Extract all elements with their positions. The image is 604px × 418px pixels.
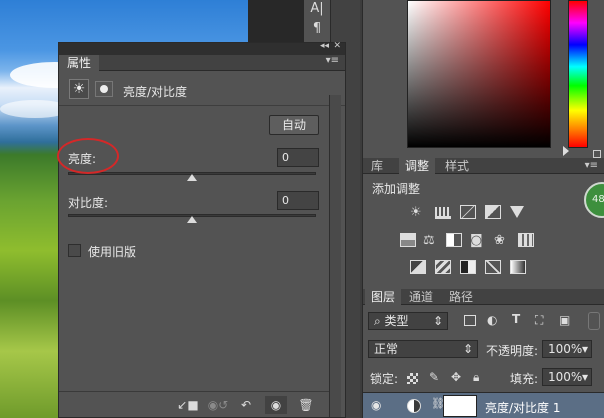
properties-tabbar: 属性 ▾≡ [59, 55, 345, 71]
filter-smart-object-icon[interactable]: ▣ [559, 313, 570, 327]
divider [59, 105, 345, 106]
legacy-checkbox[interactable] [68, 244, 81, 257]
panel-menu-icon[interactable]: ▾≡ [326, 55, 339, 66]
lock-icons: ✎ ✥ 🔒︎ [407, 370, 487, 386]
opacity-input[interactable]: 100% ▾ [542, 340, 592, 358]
hue-pointer-icon[interactable] [563, 146, 569, 156]
photo-filter-icon[interactable]: ◙ [470, 233, 483, 248]
hue-saturation-icon[interactable] [400, 233, 416, 247]
visibility-eye-icon[interactable]: ◉ [265, 396, 287, 414]
brightness-slider-thumb[interactable] [187, 174, 197, 181]
curves-icon[interactable] [460, 205, 476, 219]
filter-adjustment-icon[interactable]: ◐ [487, 313, 497, 327]
filter-toggle[interactable] [588, 312, 600, 330]
legacy-label: 使用旧版 [88, 245, 137, 259]
layers-tabbar: 图层 通道 路径 [363, 289, 604, 306]
filter-type-icon[interactable]: T [512, 312, 520, 326]
lock-move-icon[interactable]: ✥ [451, 370, 461, 384]
layer-name[interactable]: 亮度/对比度 1 [485, 399, 561, 416]
visibility-eye-icon[interactable]: ◉ [371, 398, 381, 412]
lock-label: 锁定: [370, 372, 399, 386]
trash-icon[interactable]: 🗑︎ [295, 396, 317, 414]
chevron-down-icon: ▾ [581, 342, 588, 356]
adjustment-settings-icon[interactable]: ☀ [69, 79, 89, 99]
channel-mixer-icon[interactable]: ❀ [494, 233, 505, 248]
layer-filter-icons: ◐ T ⛶ ▣ [462, 312, 582, 329]
fill-input[interactable]: 100% ▾ [542, 368, 592, 386]
blend-mode-select[interactable]: 正常 ⇕ [368, 340, 478, 358]
exposure-icon[interactable] [485, 205, 501, 219]
black-white-icon[interactable] [446, 233, 462, 247]
opacity-value: 100% [548, 342, 583, 356]
view-previous-icon[interactable]: ◉↺ [207, 396, 229, 414]
paragraph-icon[interactable]: ¶ [308, 20, 326, 38]
panel-menu-icon[interactable]: ▾≡ [585, 160, 598, 171]
lock-brush-icon[interactable]: ✎ [429, 370, 439, 384]
filter-shape-icon[interactable]: ⛶ [535, 313, 543, 328]
search-icon: ⌕ [374, 314, 385, 328]
tab-paths[interactable]: 路径 [443, 289, 479, 306]
properties-scrollbar[interactable] [329, 95, 341, 417]
tab-styles[interactable]: 样式 [439, 158, 475, 175]
auto-button[interactable]: 自动 [269, 115, 319, 135]
layer-filter-select[interactable]: ⌕ 类型 ⇕ [368, 312, 448, 330]
collapse-icon[interactable]: ◂◂ [320, 41, 329, 51]
selective-color-icon[interactable] [485, 260, 501, 274]
lock-transparency-icon[interactable] [407, 373, 418, 384]
tab-library[interactable]: 库 [365, 158, 389, 175]
color-mode-icon[interactable] [593, 150, 601, 158]
levels-icon[interactable] [435, 207, 451, 219]
chevron-down-icon: ⇕ [432, 314, 443, 328]
character-icon[interactable]: A| [308, 0, 326, 18]
properties-bottom-toolbar: ↙■ ◉↺ ↶ ◉ 🗑︎ [59, 391, 329, 417]
color-picker-field[interactable] [407, 0, 551, 148]
fill-label: 填充: [510, 372, 539, 386]
brightness-input[interactable]: 0 [277, 148, 319, 167]
properties-layer-type: 亮度/对比度 [123, 85, 188, 99]
invert-icon[interactable] [410, 260, 426, 274]
tab-properties[interactable]: 属性 [59, 55, 100, 71]
hue-slider[interactable] [568, 0, 588, 148]
adjustment-layer-icon [407, 399, 421, 413]
color-lookup-icon[interactable] [518, 233, 534, 247]
brightness-contrast-icon[interactable]: ☀ [410, 205, 422, 220]
fill-value: 100% [548, 370, 583, 384]
gradient-map-icon[interactable] [510, 260, 526, 274]
contrast-slider-thumb[interactable] [187, 216, 197, 223]
adjustments-row-3 [410, 260, 530, 276]
panel-title-strip: ◂◂ ✕ [59, 41, 345, 55]
highlight-annotation-circle [57, 138, 119, 174]
adjustments-heading: 添加调整 [372, 182, 421, 196]
chevron-down-icon: ▾ [581, 370, 588, 384]
reset-icon[interactable]: ↶ [235, 396, 257, 414]
adjustments-row-2: ⚖ ◙ ❀ [400, 233, 540, 249]
tab-channels[interactable]: 通道 [403, 289, 439, 306]
blend-mode-value: 正常 [374, 342, 399, 356]
threshold-icon[interactable] [460, 260, 476, 274]
layer-mask-thumbnail[interactable] [443, 395, 477, 417]
layer-filter-value: 类型 [384, 314, 409, 328]
posterize-icon[interactable] [435, 260, 451, 274]
lock-icon[interactable]: 🔒︎ [473, 370, 479, 385]
vibrance-icon[interactable] [510, 206, 524, 218]
contrast-input[interactable]: 0 [277, 191, 319, 210]
tab-layers[interactable]: 图层 [365, 289, 402, 306]
adjustments-tabbar: 库 调整 样式 ▾≡ [363, 158, 604, 175]
mask-icon[interactable] [95, 81, 113, 97]
filter-pixel-icon[interactable] [464, 315, 476, 326]
layer-row[interactable]: ◉ ⛓ 亮度/对比度 1 [363, 392, 604, 418]
properties-panel: ◂◂ ✕ 属性 ▾≡ ☀ 亮度/对比度 自动 亮度: 0 对比度: 0 使用旧版… [58, 41, 346, 418]
contrast-label: 对比度: [68, 196, 109, 210]
clip-to-layer-icon[interactable]: ↙■ [177, 396, 199, 414]
opacity-label: 不透明度: [486, 344, 539, 358]
chevron-down-icon: ⇕ [462, 342, 473, 356]
close-icon[interactable]: ✕ [333, 41, 341, 51]
color-balance-icon[interactable]: ⚖ [423, 233, 435, 248]
adjustments-row-1: ☀ [410, 205, 530, 221]
tab-adjustments[interactable]: 调整 [399, 158, 436, 175]
